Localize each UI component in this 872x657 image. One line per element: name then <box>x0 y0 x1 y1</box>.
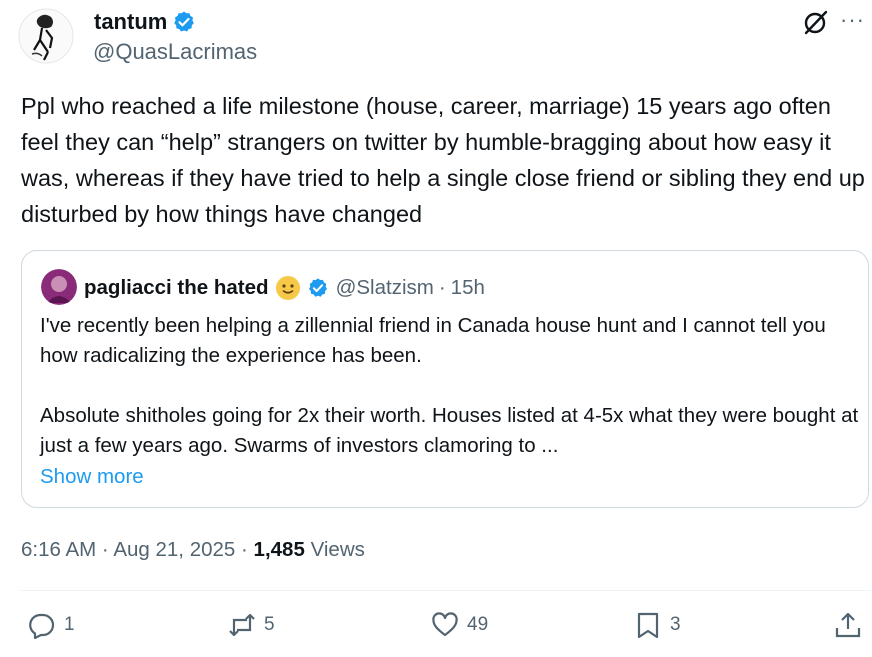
tweet-time[interactable]: 6:16 AM <box>21 538 96 561</box>
show-more-link[interactable]: Show more <box>40 462 144 492</box>
bookmark-button[interactable]: 3 <box>634 611 681 639</box>
dot-separator: · <box>438 276 446 299</box>
verified-badge-icon <box>172 10 196 34</box>
repost-count: 5 <box>264 614 275 635</box>
share-icon <box>835 612 861 638</box>
dot-separator: · <box>101 538 109 561</box>
views-label: Views <box>310 538 365 561</box>
quoted-tweet[interactable]: pagliacci the hated @Slatzism · 15h I've… <box>21 250 869 508</box>
author-name-row[interactable]: tantum <box>94 8 196 36</box>
quote-author-name[interactable]: pagliacci the hated <box>84 276 269 300</box>
quote-author-avatar[interactable] <box>41 269 77 305</box>
like-count: 49 <box>467 614 489 635</box>
quote-age[interactable]: 15h <box>451 276 485 300</box>
tweet-date[interactable]: Aug 21, 2025 <box>113 538 235 561</box>
repost-button[interactable]: 5 <box>228 611 275 639</box>
verified-badge-icon <box>307 277 329 299</box>
more-icon[interactable]: ··· <box>840 6 865 34</box>
reply-count: 1 <box>64 614 75 635</box>
like-icon <box>432 612 458 637</box>
author-avatar[interactable] <box>18 8 74 64</box>
reply-button[interactable]: 1 <box>28 611 75 639</box>
tweet-metadata: 6:16 AM · Aug 21, 2025 · 1,485 Views <box>21 536 365 564</box>
bookmark-count: 3 <box>670 614 681 635</box>
views-count: 1,485 <box>253 538 305 561</box>
share-button[interactable] <box>834 611 862 639</box>
dot-separator: · <box>241 538 248 561</box>
like-button[interactable]: 49 <box>431 611 488 639</box>
smiley-emoji-icon <box>275 275 301 301</box>
quote-text: I've recently been helping a zillennial … <box>40 314 859 457</box>
quote-header: pagliacci the hated @Slatzism · 15h <box>84 273 485 303</box>
tweet-text: Ppl who reached a life milestone (house,… <box>21 93 865 227</box>
quote-author-handle[interactable]: @Slatzism <box>336 276 434 300</box>
author-name[interactable]: tantum <box>94 8 167 36</box>
bookmark-icon <box>637 612 659 639</box>
author-handle[interactable]: @QuasLacrimas <box>93 38 257 66</box>
repost-icon <box>229 613 255 637</box>
grok-icon[interactable] <box>802 8 830 36</box>
reply-icon <box>29 613 55 639</box>
divider <box>21 590 871 591</box>
